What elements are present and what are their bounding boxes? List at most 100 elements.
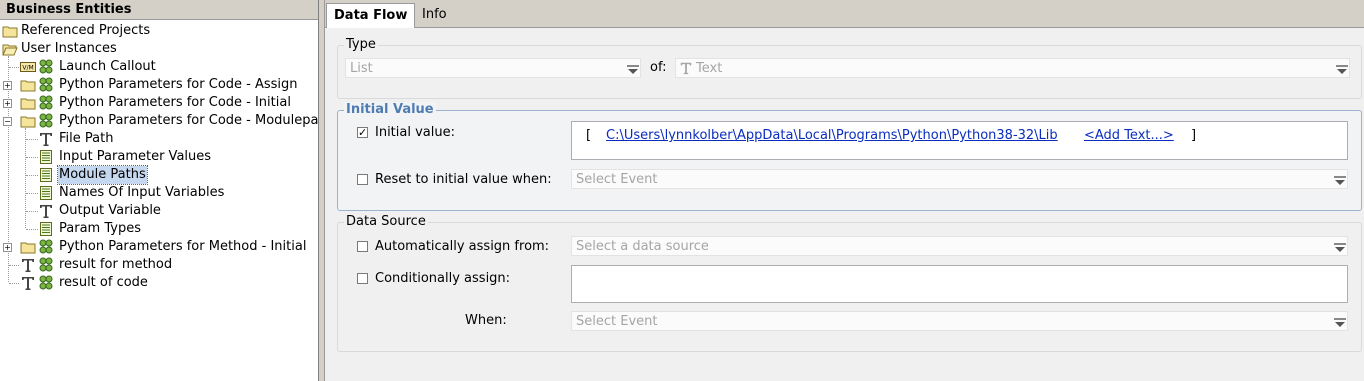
tree-item-label: Python Parameters for Code - Modulepat (59, 113, 319, 128)
tab-bar: Data Flow Info (325, 0, 1364, 28)
add-text-link[interactable]: <Add Text...> (1084, 128, 1174, 144)
people-icon (39, 113, 53, 128)
tree-item-label: Output Variable (59, 203, 161, 218)
data-source-group-title: Data Source (344, 214, 428, 229)
tree-item-python-params-modulepath[interactable]: − Python Parameters for Code - Modulepat (0, 112, 318, 130)
people-icon (39, 275, 53, 290)
type-group-title: Type (344, 37, 378, 52)
data-source-select[interactable]: Select a data source (571, 236, 1348, 256)
type-group: Type List of: Text (337, 37, 1362, 99)
list-icon (40, 150, 52, 164)
text-type-icon (22, 259, 34, 272)
folder-icon (20, 116, 36, 128)
when-label: When: (465, 313, 507, 328)
chevron-down-icon (1334, 176, 1346, 185)
folder-icon (20, 242, 36, 254)
text-type-icon (40, 133, 52, 146)
text-type-icon (680, 62, 692, 75)
folder-icon (20, 80, 36, 92)
tree-item-label: Referenced Projects (21, 23, 151, 38)
tree-item-input-parameter-values[interactable]: Input Parameter Values (0, 148, 318, 166)
text-type-icon (40, 205, 52, 218)
conditional-assign-field[interactable] (571, 265, 1348, 303)
of-type-select[interactable]: Text (675, 58, 1350, 78)
chevron-down-icon (1334, 243, 1346, 252)
initial-value-label: Initial value: (375, 125, 455, 140)
properties-panel: Data Flow Info Type List of: Text Initia… (325, 0, 1364, 381)
business-entities-panel: Business Entities Referenced Projects Us… (0, 0, 319, 381)
tree-item-python-params-initial[interactable]: + Python Parameters for Code - Initial (0, 94, 318, 112)
expand-icon[interactable]: + (3, 99, 12, 108)
people-icon (39, 257, 53, 272)
chevron-down-icon (627, 65, 639, 74)
tree-item-user-instances[interactable]: User Instances (0, 40, 318, 58)
folder-icon (20, 98, 36, 110)
when-event-select[interactable]: Select Event (571, 311, 1348, 331)
initial-value-checkbox[interactable]: ✓ (357, 127, 368, 138)
initial-value-group: Initial Value ✓ Initial value: [ C:\User… (337, 102, 1362, 211)
reset-checkbox[interactable] (357, 174, 368, 185)
reset-label: Reset to initial value when: (375, 172, 552, 187)
of-type-value: Text (696, 61, 723, 76)
people-icon (39, 95, 53, 110)
tree-guide (9, 67, 19, 68)
tree-guide (26, 175, 38, 176)
tree-item-label: Python Parameters for Code - Assign (59, 77, 298, 92)
people-icon (39, 59, 53, 74)
reset-event-placeholder: Select Event (576, 172, 658, 187)
tree-item-label: Module Paths (57, 165, 148, 185)
tree-item-result-for-method[interactable]: result for method (0, 256, 318, 274)
tree-guide (26, 229, 38, 230)
tree-item-module-paths[interactable]: Module Paths (0, 165, 318, 185)
type-select[interactable]: List (345, 58, 641, 78)
conditional-assign-checkbox[interactable] (357, 273, 368, 284)
tree-item-label: result of code (59, 275, 148, 290)
list-icon (40, 222, 52, 236)
when-event-placeholder: Select Event (576, 314, 658, 329)
tree-item-python-params-method-initial[interactable]: + Python Parameters for Method - Initial (0, 238, 318, 256)
data-source-group: Data Source Automatically assign from: S… (337, 214, 1362, 352)
tree-item-file-path[interactable]: File Path (0, 130, 318, 148)
tree-item-label: Launch Callout (59, 59, 156, 74)
vm-icon-text: V/M (22, 65, 33, 72)
tree-item-label: result for method (59, 257, 173, 272)
tree-guide (9, 265, 19, 266)
auto-assign-checkbox[interactable] (357, 241, 368, 252)
tree-item-launch-callout[interactable]: V/M Launch Callout (0, 58, 318, 76)
chevron-down-icon (1334, 318, 1346, 327)
list-icon (40, 168, 52, 182)
module-path-link[interactable]: C:\Users\lynnkolber\AppData\Local\Progra… (606, 128, 1058, 144)
tree-item-label: Names Of Input Variables (59, 185, 225, 200)
initial-value-editor[interactable]: [ C:\Users\lynnkolber\AppData\Local\Prog… (571, 121, 1348, 160)
bracket-close: ] (1191, 128, 1197, 143)
vm-icon: V/M (20, 62, 36, 72)
collapse-icon[interactable]: − (3, 117, 12, 126)
people-icon (39, 77, 53, 92)
tree-item-names-of-input-variables[interactable]: Names Of Input Variables (0, 184, 318, 202)
conditional-assign-label: Conditionally assign: (375, 271, 511, 286)
tree-item-param-types[interactable]: Param Types (0, 220, 318, 238)
expand-icon[interactable]: + (3, 243, 12, 252)
folder-icon (2, 26, 18, 38)
tab-data-flow[interactable]: Data Flow (326, 3, 416, 28)
tree-guide (26, 211, 38, 212)
initial-value-group-title: Initial Value (344, 102, 436, 117)
tree-item-python-params-assign[interactable]: + Python Parameters for Code - Assign (0, 76, 318, 94)
reset-event-select[interactable]: Select Event (571, 169, 1348, 189)
type-select-value: List (350, 61, 373, 76)
chevron-down-icon (1336, 65, 1348, 74)
people-icon (39, 239, 53, 254)
tree-item-output-variable[interactable]: Output Variable (0, 202, 318, 220)
tree-item-result-of-code[interactable]: result of code (0, 274, 318, 292)
tree-guide (26, 139, 38, 140)
tree-item-label: Input Parameter Values (59, 149, 212, 164)
tree-item-label: Python Parameters for Code - Initial (59, 95, 291, 110)
tree-guide (26, 157, 38, 158)
tree-item-referenced-projects[interactable]: Referenced Projects (0, 22, 318, 40)
tab-info[interactable]: Info (415, 3, 454, 26)
data-source-placeholder: Select a data source (576, 239, 709, 254)
tree-item-label: User Instances (21, 41, 117, 56)
tree-guide (9, 283, 19, 284)
expand-icon[interactable]: + (3, 81, 12, 90)
tree-item-label: Param Types (59, 221, 141, 236)
